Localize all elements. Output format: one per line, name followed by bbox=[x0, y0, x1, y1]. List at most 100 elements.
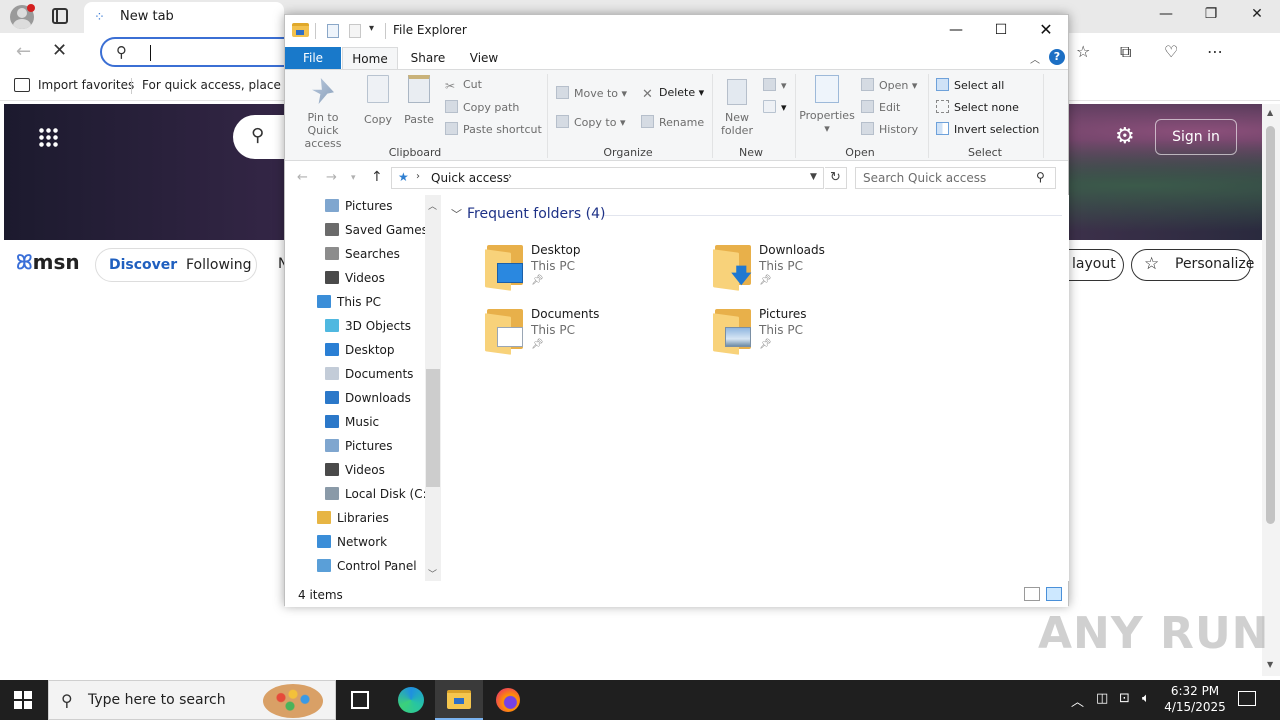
select-none-button[interactable]: Select none bbox=[936, 100, 1019, 114]
pinned-icon[interactable]: 📌︎ bbox=[531, 339, 544, 350]
back-arrow-icon[interactable]: ← bbox=[16, 41, 31, 62]
task-view-icon[interactable] bbox=[351, 691, 369, 709]
scroll-down-icon[interactable]: ﹀ bbox=[428, 567, 437, 580]
group-header-frequent-folders[interactable]: ﹀ Frequent folders (4) bbox=[451, 206, 606, 222]
open-button[interactable]: Open ▾ bbox=[861, 78, 917, 92]
tab-actions-icon[interactable] bbox=[52, 8, 68, 24]
notification-center-icon[interactable] bbox=[1238, 691, 1256, 706]
delete-button[interactable]: ✕ Delete ▾ bbox=[641, 86, 704, 102]
tree-item[interactable]: Desktop bbox=[325, 343, 395, 363]
address-history-chevron-icon[interactable]: ▼ bbox=[810, 172, 817, 182]
tree-item[interactable]: This PC bbox=[317, 295, 381, 315]
network-icon[interactable]: ⊡ bbox=[1119, 691, 1130, 706]
scroll-down-icon[interactable]: ▼ bbox=[1267, 660, 1273, 669]
more-options-icon[interactable]: ⋯ bbox=[1207, 42, 1223, 61]
pin-to-quick-access-button[interactable]: Pin to Quick access bbox=[291, 75, 355, 150]
pinned-icon[interactable]: 📌︎ bbox=[531, 275, 544, 286]
page-scrollbar[interactable]: ▲ ▼ bbox=[1262, 104, 1280, 676]
scrollbar-thumb[interactable] bbox=[426, 369, 440, 487]
address-breadcrumb[interactable]: ★ › Quick access › ▼ bbox=[391, 167, 824, 189]
paste-shortcut-button[interactable]: Paste shortcut bbox=[445, 122, 542, 136]
gear-icon[interactable]: ⚙ bbox=[1115, 124, 1135, 149]
tab-share[interactable]: Share bbox=[403, 47, 453, 70]
breadcrumb-chevron-icon[interactable]: › bbox=[508, 171, 512, 182]
copy-button[interactable]: Copy bbox=[361, 75, 395, 126]
show-hidden-icons-chevron-icon[interactable]: ︿ bbox=[1071, 691, 1084, 710]
taskbar-search-box[interactable]: ⚲ Type here to search bbox=[48, 680, 336, 720]
properties-button[interactable]: Properties ▾ bbox=[799, 75, 855, 135]
details-view-icon[interactable] bbox=[1024, 587, 1040, 601]
up-arrow-icon[interactable]: ↑ bbox=[371, 169, 383, 185]
tree-item[interactable]: Videos bbox=[325, 463, 385, 483]
taskbar-search-input[interactable]: Type here to search bbox=[88, 692, 226, 708]
explorer-title-bar[interactable]: ▾ File Explorer — ☐ ✕ bbox=[285, 15, 1068, 47]
cut-button[interactable]: ✂ Cut bbox=[445, 78, 482, 93]
pinned-icon[interactable]: 📌︎ bbox=[759, 275, 772, 286]
taskbar-file-explorer[interactable] bbox=[435, 680, 483, 720]
paste-button[interactable]: Paste bbox=[402, 75, 436, 126]
minimize-button[interactable]: — bbox=[933, 15, 979, 45]
tab-following[interactable]: Following bbox=[186, 257, 252, 273]
favorite-star-icon[interactable]: ☆ bbox=[1076, 42, 1090, 61]
tree-item[interactable]: Network bbox=[317, 535, 387, 555]
tree-item[interactable]: Videos bbox=[325, 271, 385, 291]
browser-tab-new-tab[interactable]: ⁘ New tab bbox=[84, 2, 284, 33]
meet-now-icon[interactable]: ◫ bbox=[1096, 691, 1108, 706]
folder-tile[interactable]: Desktop This PC 📌︎ bbox=[485, 241, 695, 297]
tab-discover[interactable]: Discover bbox=[109, 257, 177, 273]
breadcrumb-chevron-icon[interactable]: › bbox=[416, 171, 420, 182]
search-box[interactable]: Search Quick access ⚲ bbox=[855, 167, 1056, 189]
folder-tile[interactable]: Pictures This PC 📌︎ bbox=[713, 305, 923, 361]
new-item-button[interactable]: ▾ bbox=[763, 78, 787, 92]
navigation-pane-scrollbar[interactable]: ︿ ﹀ bbox=[425, 195, 441, 581]
app-launcher-icon[interactable] bbox=[38, 127, 58, 147]
copy-path-button[interactable]: Copy path bbox=[445, 100, 519, 114]
taskbar-edge[interactable] bbox=[386, 680, 434, 720]
new-folder-quick-icon[interactable] bbox=[349, 24, 361, 38]
tree-item[interactable]: 3D Objects bbox=[325, 319, 411, 339]
edit-button[interactable]: Edit bbox=[861, 100, 900, 114]
volume-icon[interactable]: 🔈︎ bbox=[1142, 691, 1150, 706]
refresh-icon[interactable]: ↻ bbox=[825, 167, 847, 189]
large-icons-view-icon[interactable] bbox=[1046, 587, 1062, 601]
customize-toolbar-chevron-icon[interactable]: ▾ bbox=[369, 23, 374, 34]
browser-essentials-icon[interactable]: ♡ bbox=[1164, 42, 1178, 61]
tab-view[interactable]: View bbox=[459, 47, 509, 70]
search-input[interactable]: Search Quick access bbox=[863, 171, 986, 185]
maximize-button[interactable]: ☐ bbox=[978, 15, 1024, 45]
help-icon[interactable]: ? bbox=[1049, 49, 1065, 65]
tree-item[interactable]: Music bbox=[325, 415, 379, 435]
tree-item[interactable]: Saved Games bbox=[325, 223, 425, 243]
tree-item[interactable]: Searches bbox=[325, 247, 400, 267]
tree-item[interactable]: Documents bbox=[325, 367, 413, 387]
page-layout-button[interactable]: layout bbox=[1060, 249, 1124, 281]
windows-start-icon[interactable] bbox=[14, 691, 32, 709]
sign-in-button[interactable]: Sign in bbox=[1155, 119, 1237, 155]
scroll-up-icon[interactable]: ▲ bbox=[1267, 108, 1273, 117]
rename-button[interactable]: Rename bbox=[641, 115, 704, 129]
folder-tile[interactable]: Documents This PC 📌︎ bbox=[485, 305, 695, 361]
pinned-icon[interactable]: 📌︎ bbox=[759, 339, 772, 350]
folder-tile[interactable]: 🡇 Downloads This PC 📌︎ bbox=[713, 241, 923, 297]
move-to-button[interactable]: Move to ▾ bbox=[556, 86, 627, 100]
system-clock[interactable]: 6:32 PM 4/15/2025 bbox=[1160, 683, 1230, 715]
stop-loading-icon[interactable]: ✕ bbox=[52, 40, 67, 61]
recent-locations-chevron-icon[interactable]: ▾ bbox=[351, 173, 356, 183]
tab-home[interactable]: Home bbox=[342, 47, 398, 70]
personalize-button[interactable]: ☆ Personalize bbox=[1131, 249, 1254, 281]
tree-item[interactable]: Libraries bbox=[317, 511, 389, 531]
tree-item[interactable]: Pictures bbox=[325, 199, 393, 219]
collections-icon[interactable]: ⧉ bbox=[1120, 42, 1131, 62]
forward-arrow-icon[interactable]: → bbox=[326, 170, 337, 185]
close-button[interactable]: ✕ bbox=[1023, 15, 1069, 45]
invert-selection-button[interactable]: Invert selection bbox=[936, 122, 1039, 136]
tree-item[interactable]: Downloads bbox=[325, 391, 411, 411]
tree-item[interactable]: Local Disk (C:) bbox=[325, 487, 425, 507]
browser-minimize-button[interactable]: — bbox=[1151, 6, 1181, 22]
select-all-button[interactable]: Select all bbox=[936, 78, 1004, 92]
new-folder-button[interactable]: New folder bbox=[717, 75, 757, 137]
import-favorites-link[interactable]: Import favorites bbox=[38, 78, 134, 92]
back-arrow-icon[interactable]: ← bbox=[297, 170, 308, 185]
properties-quick-icon[interactable] bbox=[327, 24, 339, 38]
copy-to-button[interactable]: Copy to ▾ bbox=[556, 115, 625, 129]
